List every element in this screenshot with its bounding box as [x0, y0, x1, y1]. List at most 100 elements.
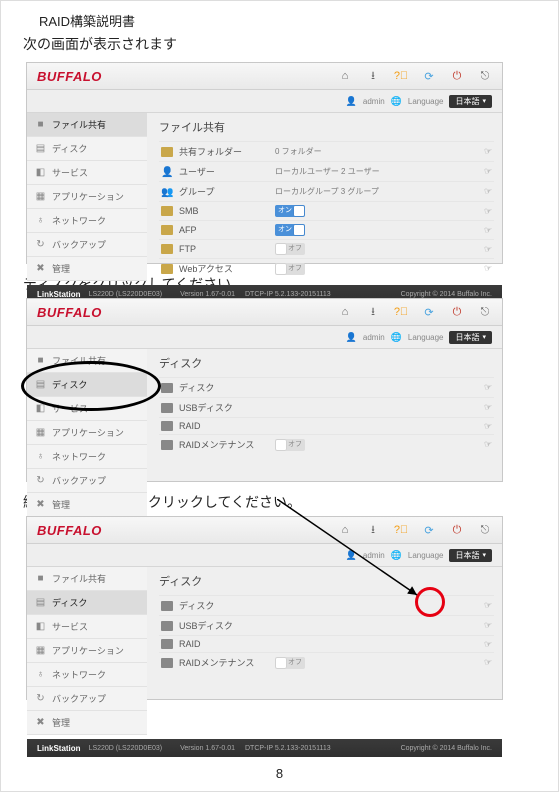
logout-icon[interactable]: ⎋: [478, 69, 492, 83]
chevron-down-icon: ▾: [482, 551, 486, 559]
goto-icon[interactable]: ☞: [482, 601, 494, 611]
home-icon[interactable]: ⌂: [338, 69, 352, 83]
usb-icon: [161, 621, 173, 631]
goto-icon[interactable]: ☞: [482, 440, 494, 450]
row-web: Webアクセス オフ ☞: [159, 258, 494, 278]
app-icon: ▦: [35, 191, 46, 202]
sidebar-item-service[interactable]: ◧サービス: [27, 161, 147, 185]
language-select[interactable]: 日本語▾: [449, 549, 492, 562]
refresh-icon[interactable]: ⟳: [422, 69, 436, 83]
power-icon[interactable]: ⏻: [450, 523, 464, 537]
panel-title: ディスク: [159, 355, 494, 371]
admin-label: admin: [363, 97, 385, 106]
folder-icon: [161, 206, 173, 216]
sidebar-item-application[interactable]: ▦アプリケーション: [27, 421, 147, 445]
goto-icon[interactable]: ☞: [482, 244, 494, 254]
chevron-down-icon: ▾: [482, 333, 486, 341]
goto-icon[interactable]: ☞: [482, 421, 494, 431]
goto-icon[interactable]: ☞: [482, 403, 494, 413]
goto-icon[interactable]: ☞: [482, 383, 494, 393]
user-icon: 👤: [346, 332, 357, 343]
language-label: Language: [408, 97, 444, 106]
sidebar-item-manage[interactable]: ✖管理: [27, 257, 147, 281]
sidebar-item-network[interactable]: ♁ネットワーク: [27, 445, 147, 469]
sidebar-item-manage[interactable]: ✖管理: [27, 493, 147, 517]
home-icon[interactable]: ⌂: [338, 523, 352, 537]
sidebar-item-disk[interactable]: ▤ディスク: [27, 373, 147, 397]
panel-title: ディスク: [159, 573, 494, 589]
sidebar-item-disk[interactable]: ▤ディスク: [27, 591, 147, 615]
usb-icon: [161, 403, 173, 413]
sidebar-item-network[interactable]: ♁ネットワーク: [27, 209, 147, 233]
sidebar-item-service[interactable]: ◧サービス: [27, 615, 147, 639]
language-select[interactable]: 日本語▾: [449, 331, 492, 344]
brand-logo: BUFFALO: [37, 69, 102, 84]
user-icon: 👤: [346, 550, 357, 561]
sidebar-item-disk[interactable]: ▤ディスク: [27, 137, 147, 161]
sidebar-item-file-share[interactable]: ■ファイル共有: [27, 113, 147, 137]
screenshot-disk-1: BUFFALO ⌂ ⭳ ?⃝ ⟳ ⏻ ⎋ 👤 admin 🌐 Language …: [26, 298, 503, 482]
sidebar-item-service[interactable]: ◧サービス: [27, 397, 147, 421]
goto-icon[interactable]: ☞: [482, 147, 494, 157]
disk-icon: [161, 383, 173, 393]
language-select[interactable]: 日本語▾: [449, 95, 492, 108]
goto-icon[interactable]: ☞: [482, 264, 494, 274]
sidebar-item-application[interactable]: ▦アプリケーション: [27, 185, 147, 209]
toggle-raid-maintenance[interactable]: オフ: [275, 657, 305, 669]
help-icon[interactable]: ?⃝: [394, 305, 408, 319]
row-disk: ディスク ☞: [159, 595, 494, 615]
row-raid-maintenance: RAIDメンテナンス オフ ☞: [159, 434, 494, 454]
chevron-down-icon: ▾: [482, 97, 486, 105]
goto-icon[interactable]: ☞: [482, 206, 494, 216]
row-usb-disk: USBディスク ☞: [159, 615, 494, 635]
sidebar-item-file-share[interactable]: ■ファイル共有: [27, 349, 147, 373]
row-smb: SMB オン ☞: [159, 201, 494, 220]
raid-maintenance-icon: [161, 440, 173, 450]
power-icon[interactable]: ⏻: [450, 305, 464, 319]
sidebar-item-backup[interactable]: ↻バックアップ: [27, 469, 147, 493]
goto-icon[interactable]: ☞: [482, 225, 494, 235]
download-icon[interactable]: ⭳: [366, 69, 380, 83]
sidebar-item-backup[interactable]: ↻バックアップ: [27, 233, 147, 257]
goto-icon[interactable]: ☞: [482, 658, 494, 668]
row-ftp: FTP オフ ☞: [159, 239, 494, 258]
toggle-ftp[interactable]: オフ: [275, 243, 305, 255]
brand-logo: BUFFALO: [37, 305, 102, 320]
home-icon[interactable]: ⌂: [338, 305, 352, 319]
sidebar-item-network[interactable]: ♁ネットワーク: [27, 663, 147, 687]
row-raid: RAID ☞: [159, 635, 494, 652]
sidebar: ■ファイル共有 ▤ディスク ◧サービス ▦アプリケーション ♁ネットワーク ↻バ…: [27, 113, 147, 281]
folder-icon: [161, 147, 173, 157]
goto-icon[interactable]: ☞: [482, 187, 494, 197]
sidebar-item-file-share[interactable]: ■ファイル共有: [27, 567, 147, 591]
user-icon: 👤: [346, 96, 357, 107]
panel-title: ファイル共有: [159, 119, 494, 135]
toggle-raid-maintenance[interactable]: オフ: [275, 439, 305, 451]
row-usb-disk: USBディスク ☞: [159, 397, 494, 417]
help-icon[interactable]: ?⃝: [394, 523, 408, 537]
logout-icon[interactable]: ⎋: [478, 523, 492, 537]
group-icon: 👥: [161, 187, 173, 197]
download-icon[interactable]: ⭳: [366, 305, 380, 319]
toggle-smb[interactable]: オン: [275, 205, 305, 217]
sidebar-item-application[interactable]: ▦アプリケーション: [27, 639, 147, 663]
screenshot-file-sharing: BUFFALO ⌂ ⭳ ?⃝ ⟳ ⏻ ⎋ 👤 admin 🌐 Language …: [26, 62, 503, 264]
sidebar-item-manage[interactable]: ✖管理: [27, 711, 147, 735]
toggle-web[interactable]: オフ: [275, 263, 305, 275]
logout-icon[interactable]: ⎋: [478, 305, 492, 319]
goto-icon[interactable]: ☞: [482, 639, 494, 649]
goto-icon[interactable]: ☞: [482, 621, 494, 631]
brand-logo: BUFFALO: [37, 523, 102, 538]
power-icon[interactable]: ⏻: [450, 69, 464, 83]
refresh-icon[interactable]: ⟳: [422, 523, 436, 537]
download-icon[interactable]: ⭳: [366, 523, 380, 537]
globe-icon: 🌐: [391, 96, 402, 107]
backup-icon: ↻: [35, 239, 46, 250]
sidebar-item-backup[interactable]: ↻バックアップ: [27, 687, 147, 711]
toggle-afp[interactable]: オン: [275, 224, 305, 236]
user-icon: 👤: [161, 167, 173, 177]
help-icon[interactable]: ?⃝: [394, 69, 408, 83]
disk-icon: ▤: [35, 143, 46, 154]
refresh-icon[interactable]: ⟳: [422, 305, 436, 319]
goto-icon[interactable]: ☞: [482, 167, 494, 177]
